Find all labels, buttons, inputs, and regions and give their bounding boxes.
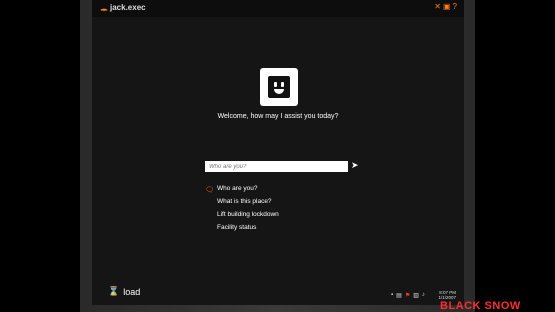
left-eye	[274, 82, 277, 87]
option-label: Lift building lockdown	[217, 211, 279, 218]
option-lift-lockdown[interactable]: Lift building lockdown	[205, 208, 279, 221]
options-list: 🗨 Who are you? What is this place? Lift …	[205, 182, 279, 234]
mouth	[274, 89, 284, 94]
disk-icon[interactable]: ▪	[391, 292, 393, 299]
welcome-message: Welcome, how may I assist you today?	[217, 113, 339, 120]
app-screen: jack.exec ✕ ▣ ? Welcome, how may I assis…	[92, 0, 464, 305]
load-button[interactable]: ⌛ load	[108, 286, 140, 297]
flag-icon[interactable]: ⚑	[405, 292, 410, 299]
question-input[interactable]	[205, 161, 348, 172]
watermark: BLACK SNOW	[440, 300, 521, 312]
title-bar: jack.exec ✕ ▣ ?	[92, 0, 464, 17]
clock: 8:07 PM 1/1/2007	[438, 290, 456, 300]
window-icon[interactable]: ▣	[443, 2, 451, 11]
close-icon[interactable]: ✕	[434, 2, 441, 11]
system-tray: ▪ ▤ ⚑ ▥ ♪	[391, 292, 425, 299]
help-icon[interactable]: ?	[453, 2, 457, 11]
option-what-is-this-place[interactable]: What is this place?	[205, 195, 279, 208]
window-controls: ✕ ▣ ?	[434, 2, 457, 11]
option-label: Who are you?	[217, 185, 258, 192]
assistant-avatar	[260, 68, 298, 106]
right-eye	[281, 82, 284, 87]
option-who-are-you[interactable]: 🗨 Who are you?	[205, 182, 279, 195]
send-arrow-icon[interactable]: ➤	[351, 160, 359, 171]
speaker-icon[interactable]: ♪	[422, 292, 425, 299]
load-label: load	[123, 286, 141, 297]
option-facility-status[interactable]: Facility status	[205, 221, 279, 234]
hourglass-icon: ⌛	[108, 286, 120, 296]
wifi-icon	[100, 8, 108, 11]
smiley-face-icon	[268, 76, 290, 98]
window-title: jack.exec	[110, 3, 146, 12]
option-label: Facility status	[217, 224, 257, 231]
option-label: What is this place?	[217, 198, 272, 205]
chart-icon[interactable]: ▥	[413, 292, 419, 299]
printer-icon[interactable]: ▤	[396, 292, 402, 299]
